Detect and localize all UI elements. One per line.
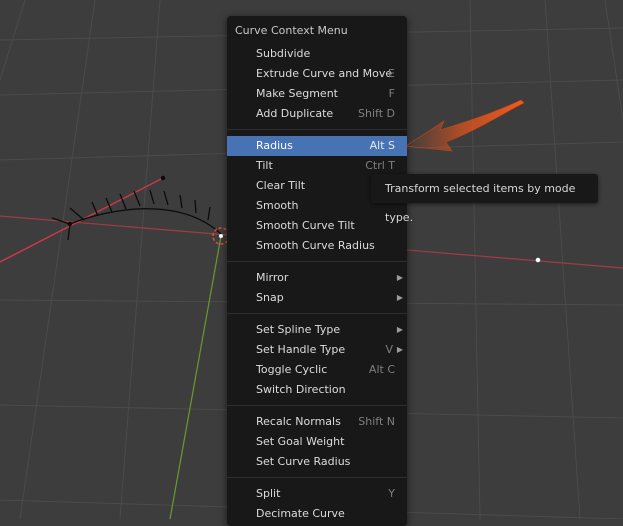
menu-item-decimate-curve[interactable]: Decimate Curve	[227, 504, 407, 524]
menu-item-tilt[interactable]: Tilt Ctrl T	[227, 156, 407, 176]
menu-item-subdivide[interactable]: Subdivide	[227, 44, 407, 64]
submenu-arrow-icon: ▶	[396, 293, 403, 302]
handle-point[interactable]	[160, 175, 166, 181]
menu-item-shortcut: Ctrl T	[365, 159, 395, 172]
menu-item-shortcut: E	[388, 67, 395, 80]
menu-item-recalc-normals[interactable]: Recalc Normals Shift N	[227, 412, 407, 432]
menu-item-shortcut: V	[385, 343, 393, 356]
menu-item-set-spline-type[interactable]: Set Spline Type ▶	[227, 320, 407, 340]
menu-item-set-curve-radius[interactable]: Set Curve Radius	[227, 452, 407, 472]
y-axis-line	[169, 235, 222, 519]
origin-point	[219, 234, 223, 238]
menu-item-smooth-curve-radius[interactable]: Smooth Curve Radius	[227, 236, 407, 256]
menu-item-label: Set Goal Weight	[256, 435, 345, 448]
menu-item-smooth-curve-tilt[interactable]: Smooth Curve Tilt	[227, 216, 407, 236]
menu-body: Subdivide Extrude Curve and Move E Make Seg…	[227, 44, 407, 524]
menu-item-shortcut: Alt C	[368, 363, 395, 376]
menu-item-label: Clear Tilt	[256, 179, 306, 192]
menu-item-make-segment[interactable]: Make Segment F	[227, 84, 407, 104]
menu-item-label: Make Segment	[256, 87, 338, 100]
curve-context-menu: Curve Context Menu Subdivide Extrude Curv…	[227, 16, 407, 526]
menu-item-split[interactable]: Split Y	[227, 484, 407, 504]
menu-item-label: Decimate Curve	[256, 507, 345, 520]
menu-item-shortcut: Shift N	[358, 415, 395, 428]
menu-item-label: Radius	[256, 139, 293, 152]
control-point[interactable]	[67, 221, 73, 227]
menu-item-extrude-curve-and-move[interactable]: Extrude Curve and Move E	[227, 64, 407, 84]
menu-separator	[227, 313, 407, 314]
menu-item-label: Smooth Curve Tilt	[256, 219, 355, 232]
menu-item-toggle-cyclic[interactable]: Toggle Cyclic Alt C	[227, 360, 407, 380]
menu-item-set-handle-type[interactable]: Set Handle Type V ▶	[227, 340, 407, 360]
menu-item-label: Tilt	[256, 159, 273, 172]
tooltip: Transform selected items by mode type.	[371, 174, 598, 224]
menu-separator	[227, 129, 407, 130]
menu-item-set-goal-weight[interactable]: Set Goal Weight	[227, 432, 407, 452]
menu-item-switch-direction[interactable]: Switch Direction	[227, 380, 407, 400]
menu-item-label: Split	[256, 487, 281, 500]
menu-separator	[227, 261, 407, 262]
menu-item-radius[interactable]: Radius Alt S	[227, 136, 407, 156]
menu-item-label: Recalc Normals	[256, 415, 341, 428]
menu-item-snap[interactable]: Snap ▶	[227, 288, 407, 308]
menu-item-label: Toggle Cyclic	[256, 363, 328, 376]
submenu-arrow-icon: ▶	[396, 325, 403, 334]
menu-item-label: Extrude Curve and Move	[256, 67, 393, 80]
submenu-arrow-icon: ▶	[396, 345, 403, 354]
menu-item-label: Smooth	[256, 199, 299, 212]
menu-item-label: Set Curve Radius	[256, 455, 351, 468]
menu-item-label: Snap	[256, 291, 284, 304]
menu-item-mirror[interactable]: Mirror ▶	[227, 268, 407, 288]
menu-item-label: Add Duplicate	[256, 107, 334, 120]
menu-item-shortcut: Y	[388, 487, 395, 500]
menu-item-shortcut: F	[388, 87, 395, 100]
menu-item-shortcut: Alt S	[369, 139, 395, 152]
menu-separator	[227, 405, 407, 406]
menu-item-add-duplicate[interactable]: Add Duplicate Shift D	[227, 104, 407, 124]
menu-item-label: Set Handle Type	[256, 343, 346, 356]
menu-item-label: Subdivide	[256, 47, 311, 60]
menu-title: Curve Context Menu	[235, 24, 348, 37]
menu-item-label: Set Spline Type	[256, 323, 341, 336]
menu-separator	[227, 477, 407, 478]
menu-item-label: Mirror	[256, 271, 289, 284]
menu-item-label: Smooth Curve Radius	[256, 239, 375, 252]
submenu-arrow-icon: ▶	[396, 273, 403, 282]
axis-point	[535, 257, 541, 263]
menu-item-label: Switch Direction	[256, 383, 346, 396]
menu-item-shortcut: Shift D	[358, 107, 395, 120]
